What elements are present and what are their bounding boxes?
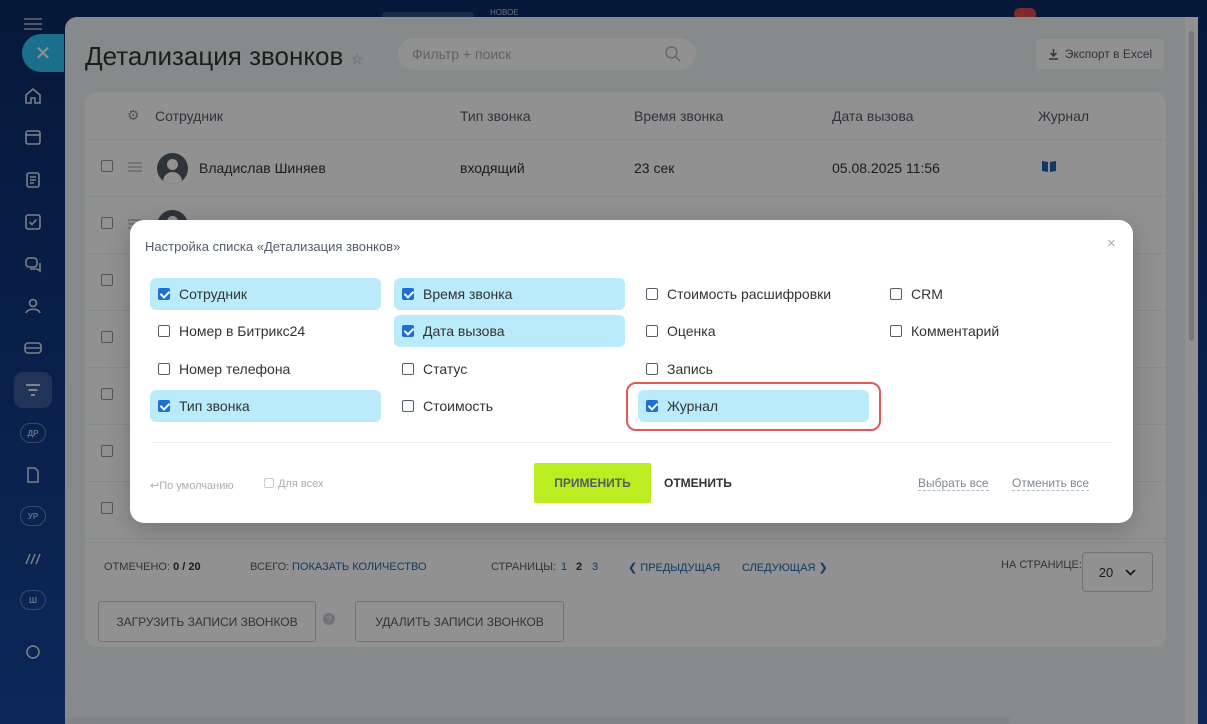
option-label: Сотрудник: [179, 286, 248, 302]
option-checkbox[interactable]: [158, 325, 170, 337]
option-label: Комментарий: [911, 323, 1000, 339]
option-checkbox[interactable]: [890, 288, 902, 300]
option-label: Дата вызова: [423, 323, 505, 339]
list-settings-popup: Настройка списка «Детализация звонков» ×…: [130, 220, 1133, 523]
highlight-frame: [626, 382, 881, 431]
option-checkbox[interactable]: [646, 288, 658, 300]
option-checkbox[interactable]: [158, 363, 170, 375]
option-checkbox[interactable]: [402, 363, 414, 375]
option-checkbox[interactable]: [158, 288, 170, 300]
popup-title: Настройка списка «Детализация звонков»: [145, 239, 401, 254]
option-item[interactable]: Стоимость расшифровки: [638, 278, 869, 310]
option-checkbox[interactable]: [402, 400, 414, 412]
option-item[interactable]: Запись: [638, 353, 869, 385]
option-item[interactable]: Стоимость: [394, 390, 625, 422]
popup-close-icon[interactable]: ×: [1107, 235, 1116, 252]
popup-separator: [151, 442, 1112, 443]
option-checkbox[interactable]: [890, 325, 902, 337]
option-item[interactable]: Статус: [394, 353, 625, 385]
option-item[interactable]: CRM: [882, 278, 1113, 310]
option-item[interactable]: Сотрудник: [150, 278, 381, 310]
option-label: Стоимость: [423, 398, 494, 414]
reset-default-link[interactable]: ↩По умолчанию: [150, 479, 234, 492]
option-label: Тип звонка: [179, 398, 250, 414]
option-label: Время звонка: [423, 286, 513, 302]
deselect-all-link[interactable]: Отменить все: [1012, 476, 1090, 491]
option-label: Запись: [667, 361, 713, 377]
option-label: Статус: [423, 361, 468, 377]
option-label: CRM: [911, 286, 943, 302]
option-item[interactable]: Номер в Битрикс24: [150, 315, 381, 347]
apply-button[interactable]: ПРИМЕНИТЬ: [534, 463, 651, 503]
for-all-box[interactable]: [264, 478, 274, 488]
option-checkbox[interactable]: [158, 400, 170, 412]
option-checkbox[interactable]: [646, 363, 658, 375]
option-item[interactable]: Комментарий: [882, 315, 1113, 347]
option-item[interactable]: Время звонка: [394, 278, 625, 310]
option-label: Стоимость расшифровки: [667, 286, 832, 302]
option-label: Номер телефона: [179, 361, 291, 377]
option-item[interactable]: Номер телефона: [150, 353, 381, 385]
cancel-button[interactable]: ОТМЕНИТЬ: [664, 476, 732, 490]
option-item[interactable]: Тип звонка: [150, 390, 381, 422]
option-checkbox[interactable]: [646, 325, 658, 337]
option-checkbox[interactable]: [402, 288, 414, 300]
option-label: Оценка: [667, 323, 716, 339]
undo-icon: ↩: [150, 480, 160, 492]
option-label: Номер в Битрикс24: [179, 323, 306, 339]
option-checkbox[interactable]: [402, 325, 414, 337]
option-item[interactable]: Дата вызова: [394, 315, 625, 347]
select-all-link[interactable]: Выбрать все: [918, 476, 989, 491]
for-all-checkbox[interactable]: Для всех: [264, 478, 323, 490]
option-item[interactable]: Оценка: [638, 315, 869, 347]
